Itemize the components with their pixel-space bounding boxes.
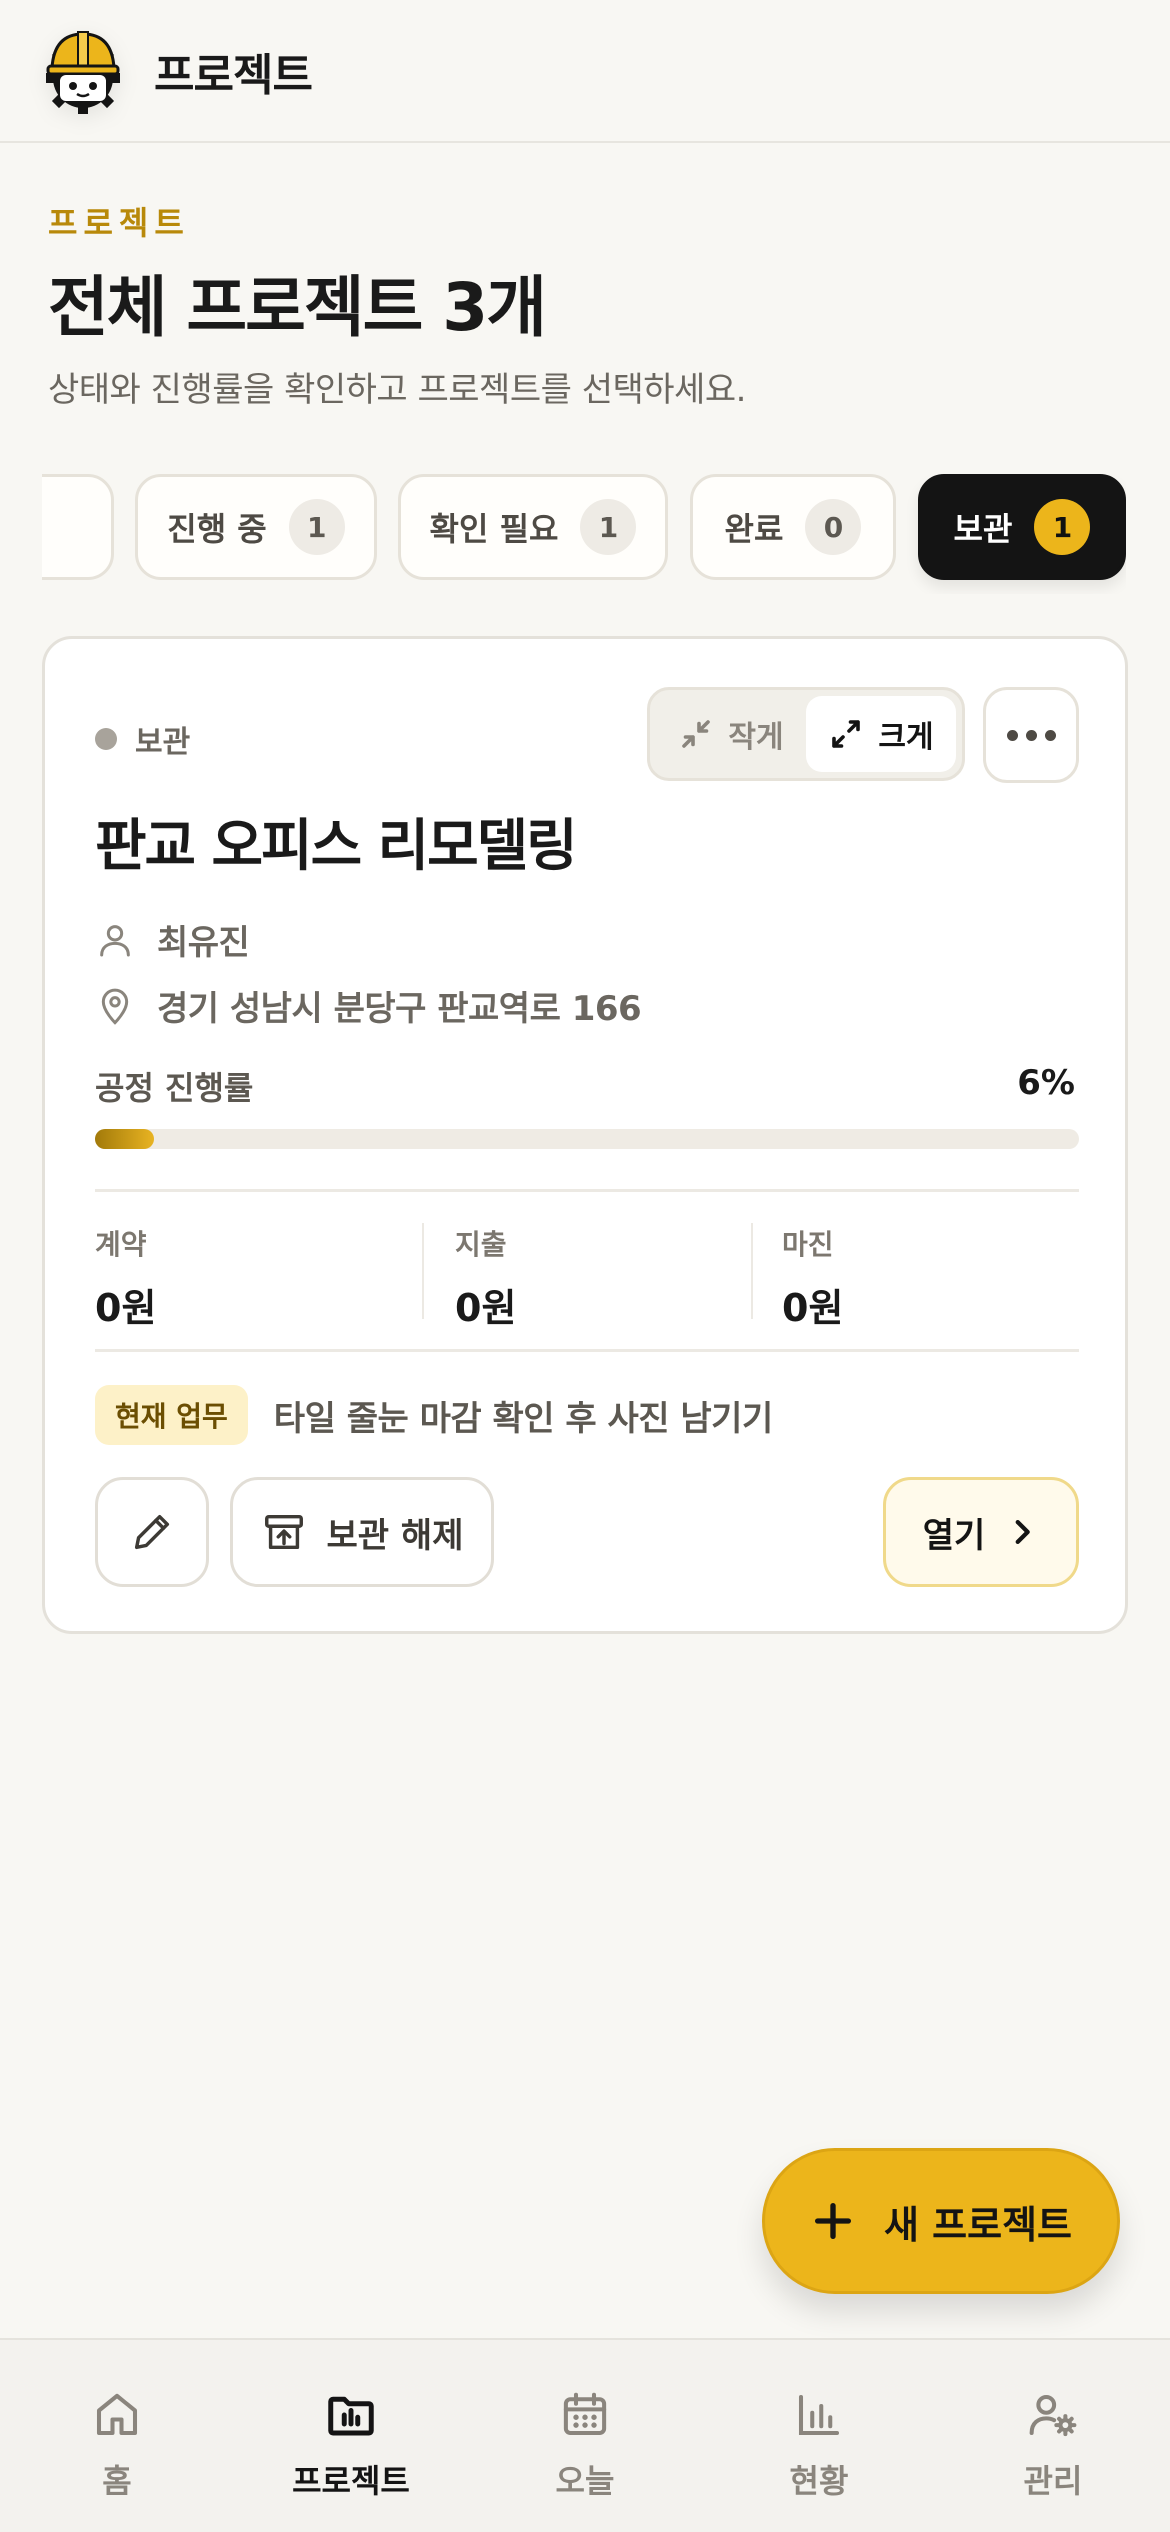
nav-label: 관리	[1023, 2462, 1083, 2500]
user-icon	[100, 924, 130, 956]
progress-bar	[95, 1129, 1079, 1149]
progress-label: 공정 진행률	[95, 1069, 254, 1107]
new-project-button[interactable]: 새 프로젝트	[762, 2148, 1120, 2294]
nav-item-projects[interactable]: 프로젝트	[234, 2340, 468, 2532]
more-dot-icon	[1044, 729, 1056, 741]
nav-label: 프로젝트	[292, 2462, 410, 2500]
task-badge: 현재 업무	[95, 1385, 248, 1445]
divider	[95, 1349, 1079, 1352]
filter-chip-count: 1	[288, 499, 345, 555]
archive-restore-icon	[264, 1514, 303, 1550]
size-large-label: 크게	[878, 720, 934, 755]
filter-chip-label: 확인 필요	[429, 510, 559, 548]
filter-chip-archived[interactable]: 보관 1	[918, 474, 1126, 580]
size-small-label: 작게	[728, 720, 784, 755]
collapse-icon	[682, 720, 711, 748]
metric-value: 0원	[95, 1286, 157, 1330]
project-address: 경기 성남시 분당구 판교역로 166	[95, 981, 642, 1030]
divider	[95, 1189, 1079, 1192]
chevron-right-icon	[1015, 1519, 1031, 1545]
plus-icon	[814, 2202, 852, 2240]
filter-chip-done[interactable]: 완료 0	[690, 474, 896, 580]
nav-item-manage[interactable]: 관리	[936, 2340, 1170, 2532]
metric-label: 마진	[782, 1228, 834, 1261]
filter-chip-in-progress[interactable]: 진행 중 1	[135, 474, 377, 580]
bottom-nav: 홈 프로젝트 오늘 현황 관리	[0, 2338, 1170, 2532]
page-eyebrow: 프로젝트	[48, 204, 190, 242]
nav-item-status[interactable]: 현황	[702, 2340, 936, 2532]
metric-margin: 마진 0원	[782, 1223, 843, 1332]
status-filter-bar: 0 진행 중 1 확인 필요 1 완료 0 보관 1	[42, 474, 1126, 594]
project-name: 판교 오피스 리모델링	[95, 814, 578, 879]
filter-chip-count: 1	[580, 499, 637, 555]
status-dot-icon	[95, 728, 117, 750]
project-card[interactable]: 보관 작게 크게 판교 오피스 리모델링 최유진 경기 성남시 분당구 판교역로…	[42, 636, 1128, 1634]
size-large-button[interactable]: 크게	[806, 696, 956, 772]
metric-value: 0원	[782, 1286, 844, 1330]
more-dot-icon	[1006, 729, 1018, 741]
unarchive-button[interactable]: 보관 해제	[230, 1477, 494, 1587]
nav-label: 홈	[102, 2462, 132, 2500]
page-description: 상태와 진행률을 확인하고 프로젝트를 선택하세요.	[48, 370, 746, 410]
project-manager: 최유진	[95, 915, 250, 964]
metric-value: 0원	[455, 1286, 517, 1330]
nav-label: 현황	[789, 2462, 849, 2500]
status-badge: 보관	[95, 717, 190, 761]
nav-label: 오늘	[555, 2462, 615, 2500]
current-task: 현재 업무 타일 줄눈 마감 확인 후 사진 남기기	[95, 1385, 773, 1445]
filter-chip-label: 완료	[724, 510, 784, 548]
more-dot-icon	[1025, 729, 1037, 741]
metric-expense: 지출 0원	[455, 1223, 516, 1332]
app-title: 프로젝트	[154, 49, 313, 101]
more-options-button[interactable]	[983, 687, 1079, 783]
address-text: 경기 성남시 분당구 판교역로 166	[157, 989, 642, 1029]
manager-name: 최유진	[157, 923, 250, 963]
nav-item-home[interactable]: 홈	[0, 2340, 234, 2532]
size-small-button[interactable]: 작게	[656, 696, 806, 772]
open-project-button[interactable]: 열기	[883, 1477, 1079, 1587]
divider	[422, 1223, 424, 1319]
filter-chip-all[interactable]: 0	[42, 474, 114, 580]
metric-label: 지출	[455, 1228, 507, 1261]
page-title: 전체 프로젝트 3개	[48, 269, 547, 346]
task-text: 타일 줄눈 마감 확인 후 사진 남기기	[273, 1398, 773, 1439]
new-project-label: 새 프로젝트	[883, 2202, 1073, 2247]
filter-chip-count: 1	[1034, 499, 1091, 555]
user-settings-icon	[1029, 2394, 1077, 2437]
filter-chip-count: 0	[805, 499, 862, 555]
metric-contract: 계약 0원	[95, 1223, 156, 1332]
bar-chart-icon	[798, 2394, 840, 2436]
location-pin-icon	[101, 988, 129, 1025]
home-icon	[96, 2393, 138, 2436]
app-header: 프로젝트	[0, 0, 1170, 143]
filter-chip-needs-review[interactable]: 확인 필요 1	[398, 474, 668, 580]
progress-fill	[95, 1129, 155, 1149]
edit-button[interactable]	[95, 1477, 209, 1587]
metric-label: 계약	[95, 1228, 147, 1261]
status-label: 보관	[135, 725, 191, 760]
folder-chart-icon	[328, 2396, 374, 2436]
hardhat-mascot-icon[interactable]	[40, 28, 126, 114]
pencil-icon	[134, 1514, 170, 1550]
expand-icon	[832, 720, 861, 748]
progress-value: 6%	[1017, 1063, 1075, 1103]
nav-item-today[interactable]: 오늘	[468, 2340, 702, 2532]
card-size-toggle: 작게 크게	[647, 687, 965, 781]
filter-chip-label: 진행 중	[167, 510, 267, 548]
unarchive-label: 보관 해제	[326, 1515, 464, 1556]
filter-chip-label: 보관	[953, 510, 1013, 548]
calendar-icon	[563, 2392, 607, 2436]
divider	[751, 1223, 753, 1319]
open-label: 열기	[922, 1515, 986, 1556]
